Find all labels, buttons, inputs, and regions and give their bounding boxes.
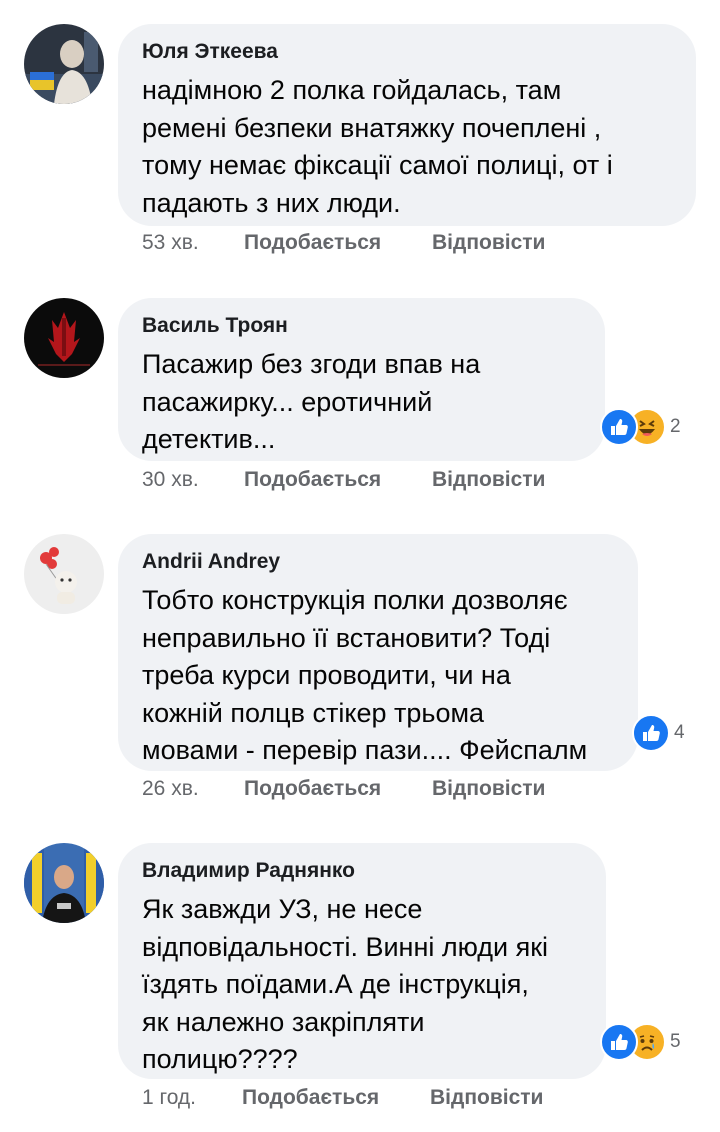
comment-time[interactable]: 26 хв. <box>142 774 199 804</box>
comment-time[interactable]: 53 хв. <box>142 228 199 258</box>
reply-button[interactable]: Відповісти <box>432 465 545 495</box>
avatar[interactable] <box>24 24 104 104</box>
reactions-summary[interactable]: 5 <box>600 1023 681 1061</box>
like-button[interactable]: Подобається <box>242 1083 379 1113</box>
avatar-photo <box>24 843 104 923</box>
comment-author[interactable]: Andrii Andrey <box>142 548 614 576</box>
like-button[interactable]: Подобається <box>244 774 381 804</box>
reaction-count: 4 <box>674 722 685 743</box>
reply-button[interactable]: Відповісти <box>432 774 545 804</box>
comment-time[interactable]: 1 год. <box>142 1083 196 1113</box>
comment-text: Тобто конструкція полки дозволяє неправи… <box>142 585 588 765</box>
avatar[interactable] <box>24 298 104 378</box>
comment-author[interactable]: Юля Эткеева <box>142 38 672 66</box>
avatar[interactable] <box>24 534 104 614</box>
comment-author[interactable]: Василь Троян <box>142 312 581 340</box>
like-reaction-icon <box>632 714 670 752</box>
comment-text: надімною 2 полка гойдалась, там ремені б… <box>142 75 613 218</box>
comment-bubble: Юля Эткеева надімною 2 полка гойдалась, … <box>118 24 696 226</box>
avatar[interactable] <box>24 843 104 923</box>
reply-button[interactable]: Відповісти <box>432 228 545 258</box>
comment-bubble: Владимир Раднянко Як завжди УЗ, не несе … <box>118 843 606 1079</box>
reaction-count: 5 <box>670 1031 681 1052</box>
comment-author[interactable]: Владимир Раднянко <box>142 857 582 885</box>
reply-button[interactable]: Відповісти <box>430 1083 543 1113</box>
comment-text: Пасажир без згоди впав на пасажирку... е… <box>142 349 481 454</box>
like-button[interactable]: Подобається <box>244 465 381 495</box>
like-button[interactable]: Подобається <box>244 228 381 258</box>
comment-bubble: Василь Троян Пасажир без згоди впав на п… <box>118 298 605 461</box>
reactions-summary[interactable]: 2 <box>600 408 681 446</box>
like-reaction-icon <box>600 408 638 446</box>
reaction-count: 2 <box>670 416 681 437</box>
like-reaction-icon <box>600 1023 638 1061</box>
comment-time[interactable]: 30 хв. <box>142 465 199 495</box>
comment-text: Як завжди УЗ, не несе відповідальності. … <box>142 894 549 1074</box>
comment-bubble: Andrii Andrey Тобто конструкція полки до… <box>118 534 638 771</box>
avatar-photo <box>24 298 104 378</box>
reactions-summary[interactable]: 4 <box>632 714 685 752</box>
avatar-photo <box>24 534 104 614</box>
avatar-photo <box>24 24 104 104</box>
